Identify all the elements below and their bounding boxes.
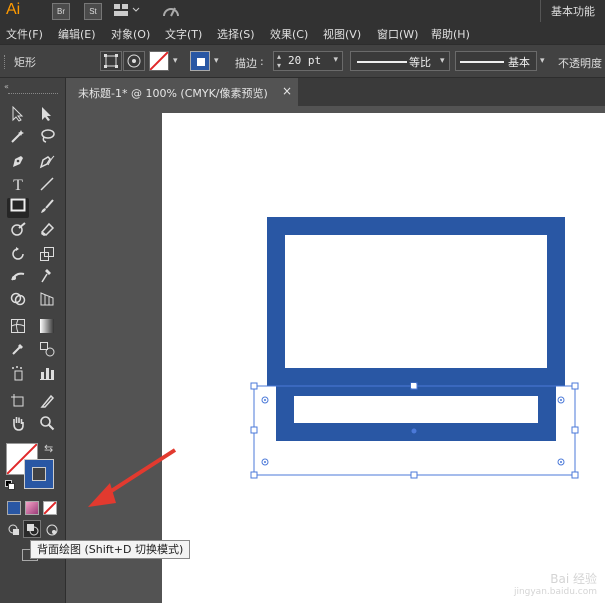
menu-bar: 文件(F) 编辑(E) 对象(O) 文字(T) 选择(S) 效果(C) 视图(V… (0, 22, 605, 44)
menu-object[interactable]: 对象(O) (111, 26, 150, 42)
blend-tool-icon[interactable] (36, 341, 58, 361)
puppet-warp-tool-icon[interactable] (36, 268, 58, 288)
menu-type[interactable]: 文字(T) (165, 26, 202, 42)
mesh-tool-icon[interactable] (7, 318, 29, 338)
stroke-weight-value[interactable]: 20 pt (288, 54, 321, 67)
colon: : (260, 55, 264, 68)
collapse-panel-icon[interactable]: « (4, 82, 9, 91)
warp-tool-icon[interactable] (7, 268, 29, 288)
tooltip: 背面绘图 (Shift+D 切换模式) (30, 540, 191, 559)
brush-definition-dropdown[interactable]: 基本 (455, 51, 537, 71)
arrange-documents-icon[interactable] (114, 4, 140, 16)
draw-normal-icon[interactable] (7, 523, 21, 540)
monitor-screen-shape[interactable] (267, 217, 565, 386)
watermark-title: Bai 经验 (550, 572, 597, 586)
artboard-tool-icon[interactable] (7, 393, 29, 413)
stroke-swatch[interactable] (24, 459, 54, 489)
bridge-button[interactable]: Br (52, 3, 70, 20)
rotate-tool-icon[interactable] (7, 246, 29, 266)
default-fill-stroke-icon[interactable] (5, 480, 15, 493)
eraser-tool-icon[interactable] (36, 221, 58, 241)
symbol-sprayer-tool-icon[interactable] (7, 365, 29, 385)
gpu-performance-icon[interactable] (162, 3, 180, 19)
brush-label: 基本 (508, 56, 530, 69)
draw-behind-icon[interactable] (23, 520, 41, 538)
gradient-mode-button[interactable] (25, 501, 39, 515)
workspace-switcher[interactable]: 基本功能 (551, 3, 595, 19)
fill-none-swatch[interactable] (149, 51, 169, 71)
divider (540, 0, 541, 22)
tools-panel: « T ⇆ (0, 78, 66, 603)
document-tab-title[interactable]: 未标题-1* @ 100% (CMYK/像素预览) (78, 85, 268, 101)
lasso-tool-icon[interactable] (36, 128, 58, 148)
stroke-color-swatch[interactable] (190, 51, 210, 71)
watermark: Bai 经验 jingyan.baidu.com (514, 573, 597, 599)
line-segment-tool-icon[interactable] (36, 176, 58, 196)
menu-effect[interactable]: 效果(C) (270, 26, 308, 42)
app-bar: Ai Br St 基本功能 (0, 0, 605, 22)
magic-wand-tool-icon[interactable] (7, 128, 29, 148)
rectangle-tool-icon[interactable] (7, 198, 29, 218)
chevron-down-icon[interactable]: ▾ (440, 56, 445, 66)
watermark-url: jingyan.baidu.com (513, 587, 597, 597)
scale-tool-icon[interactable] (36, 246, 58, 266)
align-to-pixel-grid-icon[interactable] (100, 51, 122, 71)
shaper-tool-icon[interactable] (7, 221, 29, 241)
hand-tool-icon[interactable] (7, 415, 29, 435)
gradient-tool-icon[interactable] (36, 318, 58, 338)
zoom-tool-icon[interactable] (36, 415, 58, 435)
close-icon[interactable]: × (282, 84, 292, 98)
grip-icon (8, 93, 58, 96)
menu-view[interactable]: 视图(V) (323, 26, 361, 42)
curvature-tool-icon[interactable] (36, 153, 58, 173)
swap-fill-stroke-icon[interactable]: ⇆ (44, 442, 53, 455)
opacity-label[interactable]: 不透明度 (558, 55, 602, 71)
type-tool-icon[interactable]: T (7, 176, 29, 196)
selection-type-label: 矩形 (14, 56, 36, 69)
grip-icon (4, 55, 9, 69)
stock-button[interactable]: St (84, 3, 102, 20)
stroke-label: 描边 (235, 57, 257, 70)
selection-tool-icon[interactable] (7, 105, 29, 126)
none-mode-button[interactable] (43, 501, 57, 515)
stroke-weight-stepper[interactable]: ▴ ▾ 20 pt ▾ (273, 51, 343, 71)
menu-file[interactable]: 文件(F) (6, 26, 43, 42)
eyedropper-tool-icon[interactable] (7, 341, 29, 361)
artboard[interactable] (162, 113, 605, 603)
annotation-arrow-icon (88, 448, 177, 507)
chevron-down-icon[interactable]: ▾ (540, 56, 545, 66)
paintbrush-tool-icon[interactable] (36, 198, 58, 218)
column-graph-tool-icon[interactable] (36, 365, 58, 385)
variable-width-profile-dropdown[interactable]: 等比 (350, 51, 450, 71)
menu-edit[interactable]: 编辑(E) (58, 26, 96, 42)
pen-tool-icon[interactable] (7, 153, 29, 173)
draw-inside-icon[interactable] (45, 523, 59, 540)
profile-label: 等比 (409, 56, 431, 69)
menu-help[interactable]: 帮助(H) (431, 26, 470, 42)
control-bar: 矩形 ▾ ▾ 描边 : ▴ ▾ 20 pt ▾ 等比 ▾ 基本 ▾ 不透明度 (0, 44, 605, 78)
chevron-down-icon[interactable]: ▾ (173, 56, 178, 66)
app-logo: Ai (6, 1, 21, 18)
document-tab[interactable]: 未标题-1* @ 100% (CMYK/像素预览) × (68, 78, 298, 106)
chevron-down-icon[interactable]: ▾ (214, 56, 219, 66)
menu-window[interactable]: 窗口(W) (377, 26, 418, 42)
color-mode-button[interactable] (7, 501, 21, 515)
slice-tool-icon[interactable] (36, 393, 58, 413)
direct-selection-tool-icon[interactable] (36, 106, 58, 126)
shape-builder-tool-icon[interactable] (7, 291, 29, 311)
transform-reference-icon[interactable] (123, 51, 145, 71)
monitor-base-shape[interactable] (276, 378, 556, 441)
menu-select[interactable]: 选择(S) (217, 26, 255, 42)
perspective-grid-tool-icon[interactable] (36, 291, 58, 311)
